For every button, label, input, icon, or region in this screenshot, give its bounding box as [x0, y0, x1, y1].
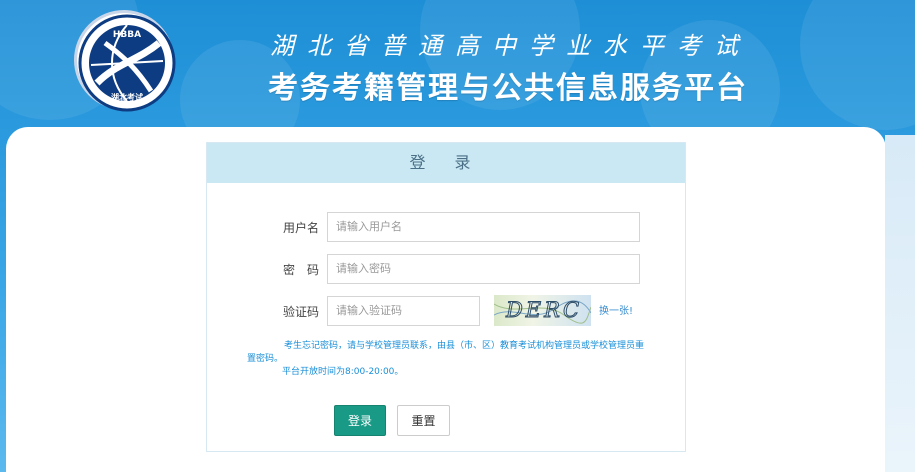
captcha-row: 验证码 请输入验证码 — [207, 296, 480, 326]
right-edge-panel — [885, 135, 915, 472]
login-tip: 考生忘记密码，请与学校管理员联系，由县（市、区）教育考试机构管理员或学校管理员重… — [247, 340, 647, 379]
site-title-line1: 湖北省普通高中学业水平考试 — [270, 32, 751, 60]
password-input[interactable]: 请输入密码 — [327, 254, 640, 284]
captcha-image[interactable]: DERC — [493, 295, 592, 326]
captcha-pattern: DERC — [493, 298, 592, 324]
globe-logo-icon: HBBA 湖北考试 — [78, 14, 176, 112]
hbba-logo: HBBA 湖北考试 — [74, 10, 176, 112]
captcha-label: 验证码 — [282, 304, 319, 319]
refresh-captcha-link[interactable]: 换一张! — [599, 302, 633, 317]
tip-line-2: 平台开放时间为8:00-20:00。 — [282, 367, 404, 377]
username-row: 用户名 请输入用户名 — [207, 212, 640, 242]
username-input[interactable]: 请输入用户名 — [327, 212, 640, 242]
login-title: 登 录 — [207, 143, 685, 183]
password-label: 密 码 — [282, 262, 319, 277]
reset-button[interactable]: 重置 — [397, 405, 450, 436]
login-button[interactable]: 登录 — [334, 405, 386, 436]
svg-text:HBBA: HBBA — [113, 30, 141, 40]
password-row: 密 码 请输入密码 — [207, 254, 640, 284]
tip-line-1: 考生忘记密码，请与学校管理员联系，由县（市、区）教育考试机构管理员或学校管理员重… — [247, 341, 645, 364]
svg-text:DERC: DERC — [505, 298, 582, 322]
header-banner: HBBA 湖北考试 湖北省普通高中学业水平考试 考务考籍管理与公共信息服务平台 — [0, 0, 915, 135]
captcha-input[interactable]: 请输入验证码 — [327, 296, 480, 326]
login-panel: 登 录 用户名 请输入用户名 密 码 请输入密码 验证码 请输入验证码 DERC… — [206, 142, 686, 452]
username-label: 用户名 — [282, 220, 319, 235]
svg-text:湖北考试: 湖北考试 — [111, 92, 143, 102]
site-title-line2: 考务考籍管理与公共信息服务平台 — [268, 71, 748, 106]
